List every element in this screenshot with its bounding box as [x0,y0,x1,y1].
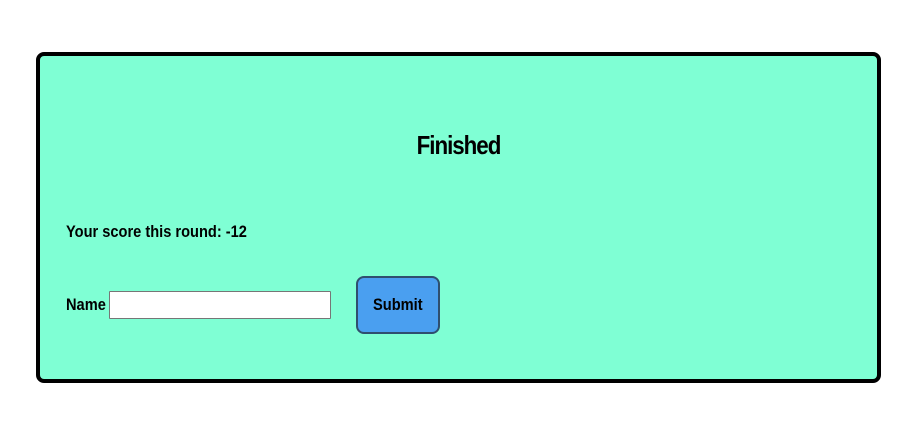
page-title: Finished [416,130,502,160]
submit-button[interactable]: Submit [356,276,440,334]
score-line: Your score this round: -12 [66,222,247,242]
score-label: Your score this round: [66,222,222,241]
finished-panel: Finished Your score this round: -12 Name… [36,52,881,383]
submit-button-label: Submit [373,295,423,314]
score-value: -12 [225,222,247,241]
name-label: Name [66,295,106,314]
name-form: Name Submit [66,276,440,334]
name-input[interactable] [109,291,331,319]
